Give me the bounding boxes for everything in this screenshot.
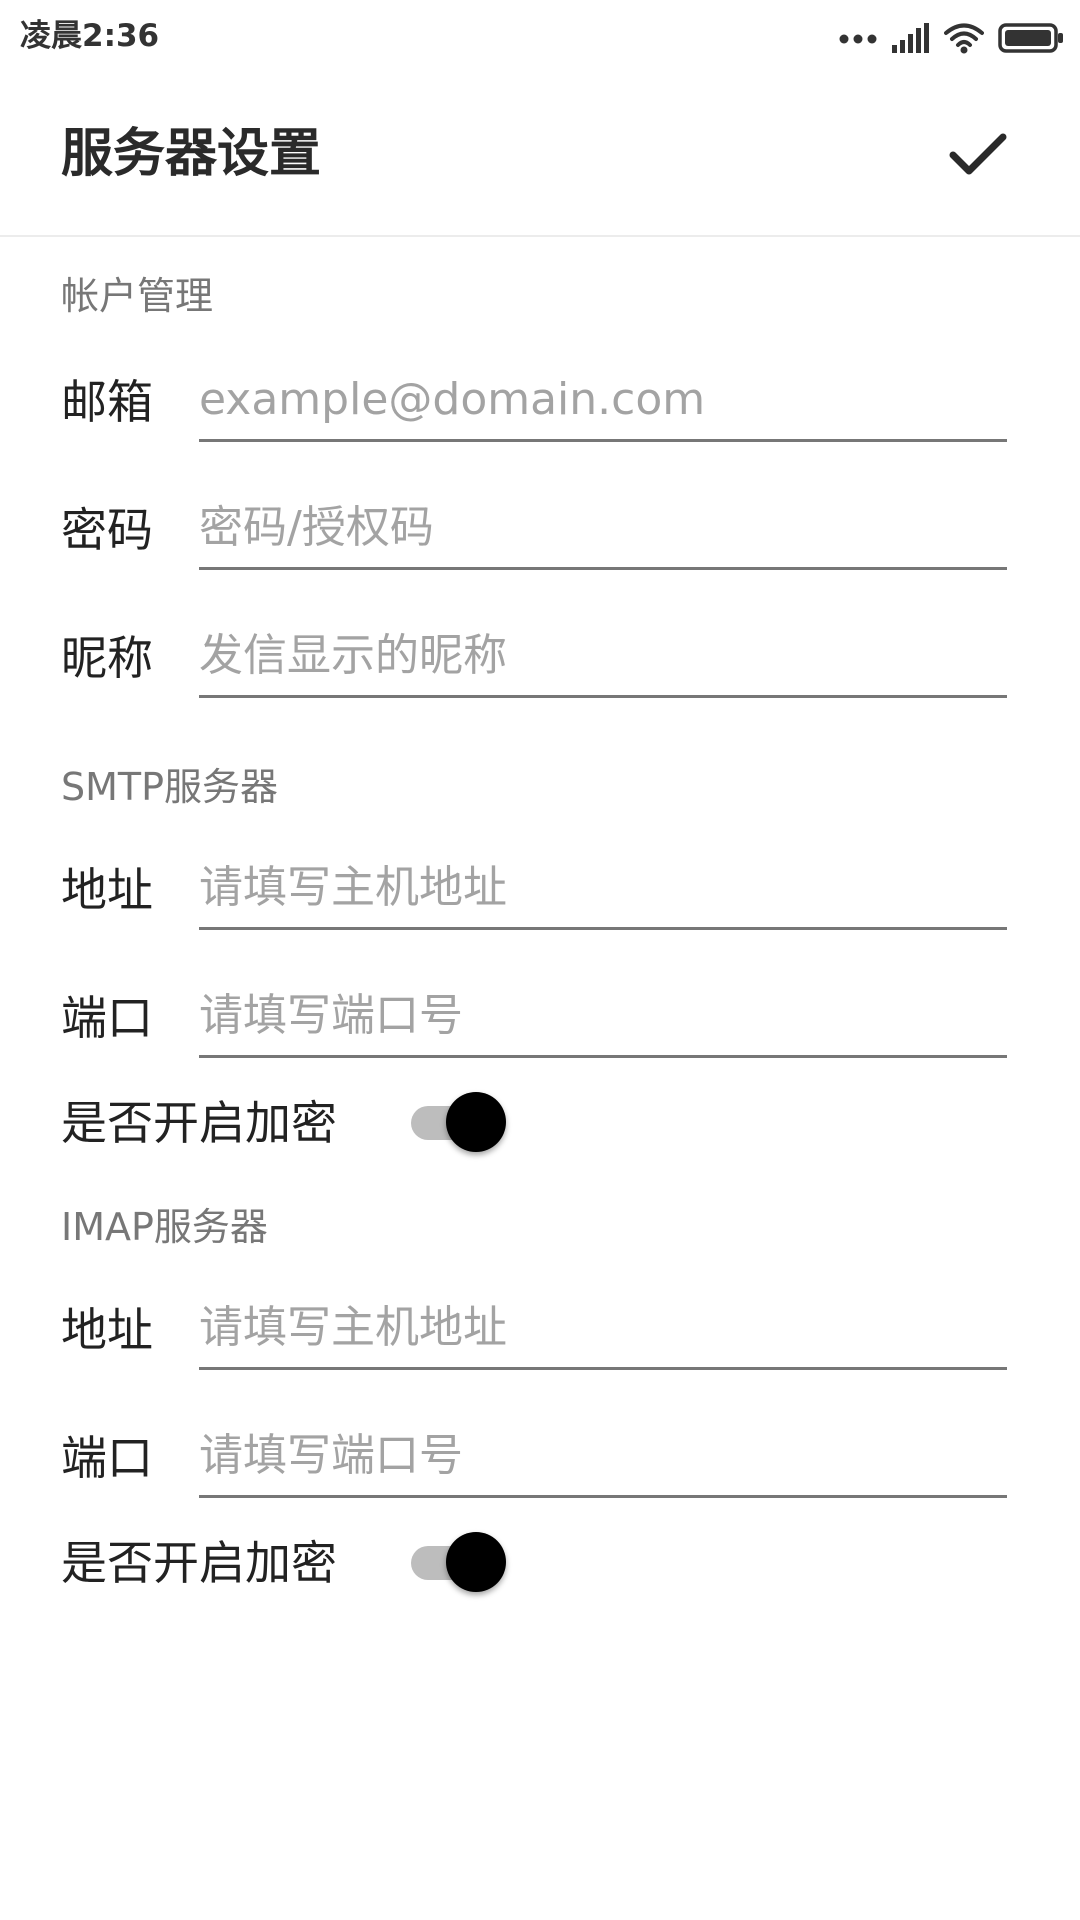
status-time: 凌晨2:36: [20, 18, 160, 54]
server-settings-screen: 凌晨2:36 服务器设置 帐户管理 邮箱 example@domain.com …: [0, 0, 1080, 1920]
smtp-port-label: 端口: [61, 991, 153, 1045]
page-title: 服务器设置: [61, 124, 322, 184]
imap-port-input[interactable]: [199, 1422, 1007, 1498]
password-label: 密码: [61, 503, 153, 557]
smtp-encryption-toggle[interactable]: [411, 1087, 509, 1157]
imap-address-label: 地址: [61, 1303, 153, 1357]
more-dots-icon: [838, 31, 878, 45]
smtp-port-input[interactable]: [199, 982, 1007, 1058]
smtp-address-input[interactable]: [199, 854, 1007, 930]
status-icons: [838, 16, 1064, 60]
section-header-account: 帐户管理: [61, 274, 214, 318]
toggle-knob: [446, 1532, 506, 1592]
imap-port-label: 端口: [61, 1431, 153, 1485]
toggle-knob: [446, 1092, 506, 1152]
email-label: 邮箱: [61, 375, 153, 429]
signal-icon: [892, 23, 930, 53]
imap-encryption-toggle[interactable]: [411, 1527, 509, 1597]
section-header-imap: IMAP服务器: [61, 1205, 268, 1249]
email-input[interactable]: [199, 366, 1007, 442]
smtp-encryption-label: 是否开启加密: [61, 1096, 337, 1150]
section-header-smtp: SMTP服务器: [61, 765, 279, 809]
wifi-icon: [944, 22, 984, 54]
confirm-button[interactable]: [942, 118, 1014, 190]
app-bar: 服务器设置: [0, 74, 1080, 237]
status-bar: 凌晨2:36: [0, 0, 1080, 74]
imap-encryption-label: 是否开启加密: [61, 1536, 337, 1590]
nickname-input[interactable]: [199, 622, 1007, 698]
nickname-label: 昵称: [61, 631, 153, 685]
password-input[interactable]: [199, 494, 1007, 570]
battery-icon: [998, 23, 1064, 53]
check-icon: [949, 133, 1007, 175]
imap-address-input[interactable]: [199, 1294, 1007, 1370]
smtp-address-label: 地址: [61, 863, 153, 917]
